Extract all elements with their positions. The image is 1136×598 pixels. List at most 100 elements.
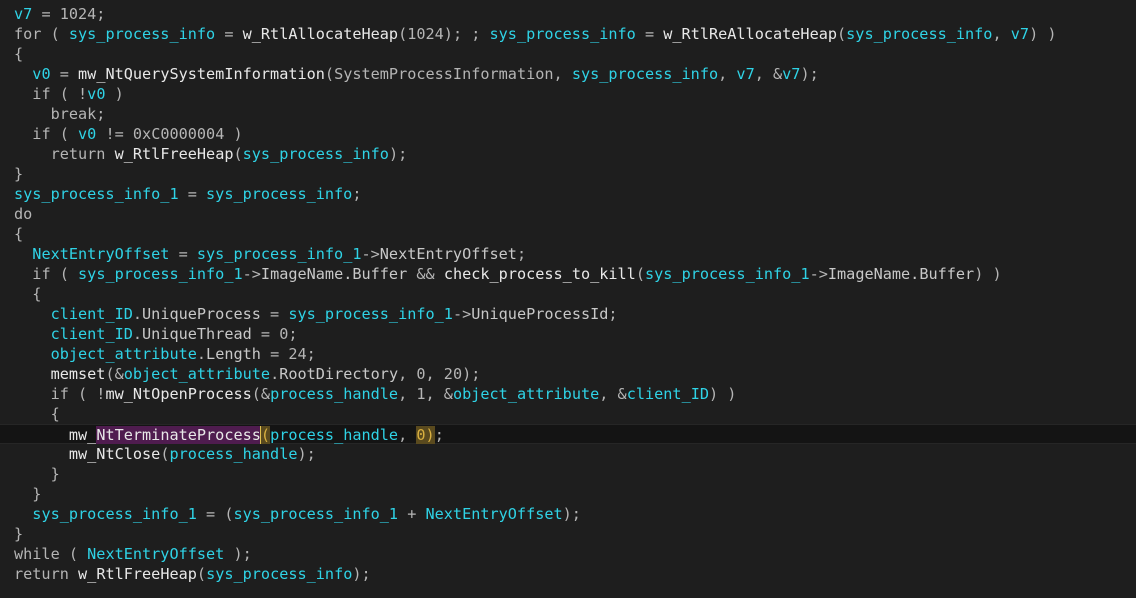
code-token: sys_process_info_1 <box>14 185 179 203</box>
code-token: mw_NtQuerySystemInformation <box>78 65 325 83</box>
code-token: = <box>260 305 289 323</box>
code-token: v0 <box>32 65 51 83</box>
code-token: ( <box>260 426 271 444</box>
code-token: sys_process_info <box>846 25 993 43</box>
code-token: = <box>635 25 664 43</box>
code-token: (& <box>105 365 124 383</box>
code-token: ; <box>96 105 106 123</box>
code-token: if <box>32 265 51 283</box>
code-line[interactable]: if ( v0 != 0xC0000004 ) <box>0 124 1136 144</box>
code-token: RootDirectory <box>279 365 399 383</box>
code-line[interactable]: { <box>0 404 1136 424</box>
code-token: sys_process_info <box>206 185 353 203</box>
code-token: { <box>14 405 60 423</box>
code-token: ; <box>608 305 618 323</box>
code-token: sys_process_info <box>571 65 719 83</box>
code-token: client_ID <box>626 385 709 403</box>
code-token: . <box>196 345 207 363</box>
code-line[interactable]: client_ID.UniqueProcess = sys_process_in… <box>0 304 1136 324</box>
code-line[interactable]: sys_process_info_1 = sys_process_info; <box>0 184 1136 204</box>
code-token: NextEntryOffset <box>32 245 170 263</box>
code-token: ( <box>59 545 88 563</box>
code-token: v7 <box>782 65 801 83</box>
code-token: mw_NtOpenProcess <box>105 385 252 403</box>
code-token: break <box>50 105 97 123</box>
code-token: , <box>718 65 737 83</box>
code-token: , & <box>599 385 627 403</box>
code-line[interactable]: sys_process_info_1 = (sys_process_info_1… <box>0 504 1136 524</box>
code-token: { <box>14 45 24 63</box>
code-line[interactable]: for ( sys_process_info = w_RtlAllocateHe… <box>0 24 1136 44</box>
code-line[interactable]: { <box>0 44 1136 64</box>
code-token: ( <box>837 25 847 43</box>
code-line[interactable]: v7 = 1024; <box>0 4 1136 24</box>
code-token: process_handle <box>169 445 298 463</box>
code-token: ) <box>425 426 435 444</box>
code-line[interactable]: memset(&object_attribute.RootDirectory, … <box>0 364 1136 384</box>
code-token: process_handle <box>270 385 399 403</box>
code-token: -> <box>452 305 472 323</box>
code-token: UniqueProcess <box>142 305 261 323</box>
code-line[interactable]: NextEntryOffset = sys_process_info_1->Ne… <box>0 244 1136 264</box>
code-line[interactable]: do <box>0 204 1136 224</box>
code-token: NextEntryOffset <box>379 245 517 263</box>
code-line[interactable]: } <box>0 524 1136 544</box>
code-line[interactable]: if ( !mw_NtOpenProcess(&process_handle, … <box>0 384 1136 404</box>
code-line[interactable]: } <box>0 464 1136 484</box>
code-line[interactable]: mw_NtClose(process_handle); <box>0 444 1136 464</box>
code-line[interactable]: } <box>0 164 1136 184</box>
code-token: ); <box>352 565 371 583</box>
code-token: client_ID <box>50 325 133 343</box>
code-token: NtTerminateProcess <box>96 426 261 444</box>
code-token: w_RtlAllocateHeap <box>242 25 399 43</box>
code-line[interactable]: while ( NextEntryOffset ); <box>0 544 1136 564</box>
code-token: ); <box>388 145 408 163</box>
code-line[interactable]: if ( !v0 ) <box>0 84 1136 104</box>
code-token: -> <box>242 265 261 283</box>
code-token: } <box>14 485 42 503</box>
code-line[interactable]: client_ID.UniqueThread = 0; <box>0 324 1136 344</box>
code-token: ; <box>516 245 527 263</box>
code-token: while <box>14 545 60 563</box>
code-token: = <box>50 65 79 83</box>
code-token: -> <box>361 245 380 263</box>
code-token: if <box>32 85 51 103</box>
code-token: return <box>14 565 69 583</box>
code-token: { <box>14 225 24 243</box>
code-token: mw_ <box>68 426 97 444</box>
code-token: client_ID <box>50 305 133 323</box>
code-token: , 1, & <box>398 385 453 403</box>
code-token: check_process_to_kill <box>443 265 636 283</box>
code-line[interactable]: object_attribute.Length = 24; <box>0 344 1136 364</box>
code-line[interactable]: if ( sys_process_info_1->ImageName.Buffe… <box>0 264 1136 284</box>
code-token: ) ) <box>709 385 737 403</box>
code-line[interactable]: return w_RtlFreeHeap(sys_process_info); <box>0 564 1136 584</box>
code-editor[interactable]: v7 = 1024; for ( sys_process_info = w_Rtl… <box>0 0 1136 598</box>
code-line[interactable]: return w_RtlFreeHeap(sys_process_info); <box>0 144 1136 164</box>
code-token: UniqueProcessId <box>471 305 609 323</box>
code-line[interactable]: break; <box>0 104 1136 124</box>
code-line[interactable]: v0 = mw_NtQuerySystemInformation(SystemP… <box>0 64 1136 84</box>
code-token: sys_process_info_1 <box>645 265 810 283</box>
code-token: ( <box>41 25 69 43</box>
code-token: = 24; <box>260 345 316 363</box>
code-token: object_attribute <box>452 385 600 403</box>
code-token: } <box>14 165 24 183</box>
code-line[interactable]: { <box>0 284 1136 304</box>
code-token: w_RtlFreeHeap <box>114 145 234 163</box>
code-line[interactable]: } <box>0 484 1136 504</box>
current-code-line[interactable]: mw_NtTerminateProcess(process_handle, 0)… <box>0 424 1136 444</box>
code-token: ( ! <box>50 85 88 103</box>
code-token: ( <box>233 145 243 163</box>
code-token: do <box>14 205 33 223</box>
code-token: (1024); ; <box>398 25 490 43</box>
code-token: + <box>398 505 426 523</box>
code-line[interactable]: { <box>0 224 1136 244</box>
